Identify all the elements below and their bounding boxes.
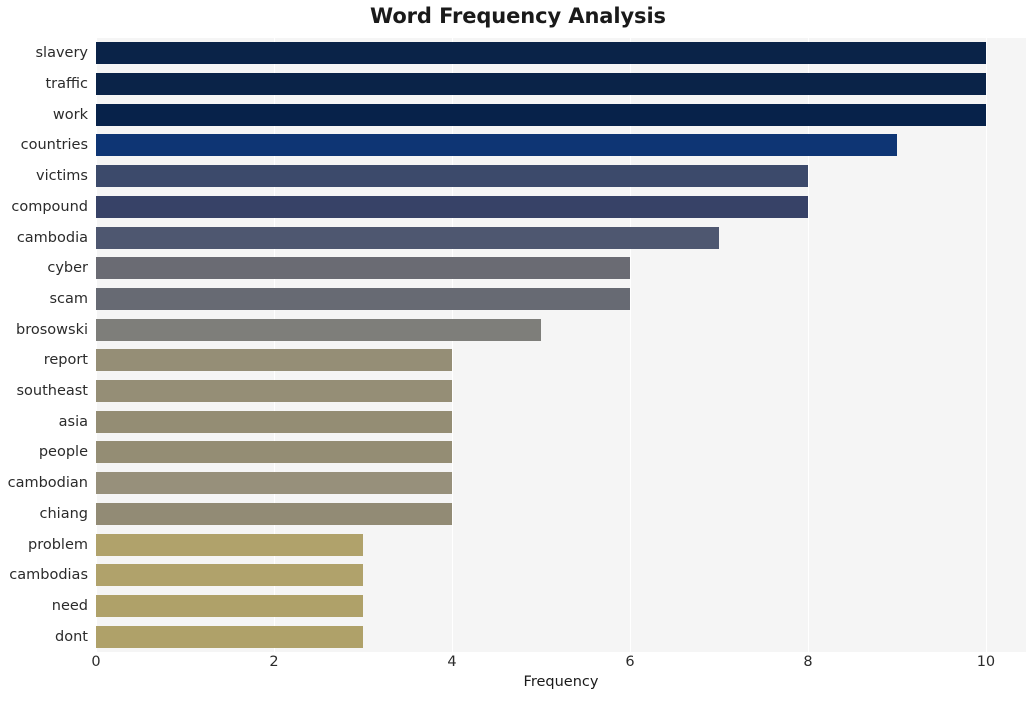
- bar-cambodias: [96, 564, 363, 587]
- bar-row: [96, 625, 1026, 648]
- bar-asia: [96, 410, 452, 433]
- y-axis: slavery traffic work countries victims compou…: [0, 38, 88, 652]
- y-tick-label-scam: scam: [49, 290, 88, 307]
- x-axis-title: Frequency: [523, 674, 599, 690]
- bar-dont: [96, 625, 363, 648]
- bar-row: [96, 42, 1026, 65]
- y-tick-label-work: work: [52, 106, 88, 123]
- y-tick-label-dont: dont: [55, 628, 88, 645]
- y-tick-label-victims: victims: [36, 168, 88, 185]
- y-tick-label-cambodia: cambodia: [16, 229, 88, 246]
- gridline: [273, 38, 275, 652]
- bar-row: [96, 472, 1026, 495]
- y-tick-label-countries: countries: [20, 137, 88, 154]
- bar-row: [96, 594, 1026, 617]
- y-tick-label-people: people: [38, 444, 88, 461]
- x-axis: 0 2 4 6 8 10: [0, 652, 1036, 676]
- x-tick-label-8: 8: [803, 654, 813, 670]
- bar-report: [96, 349, 452, 372]
- bar-row: [96, 318, 1026, 341]
- y-tick-label-cyber: cyber: [47, 260, 88, 277]
- bar-scam: [96, 287, 630, 310]
- x-tick-label-2: 2: [269, 654, 279, 670]
- bar-problem: [96, 533, 363, 556]
- bar-row: [96, 380, 1026, 403]
- gridline: [96, 38, 97, 652]
- y-tick-label-asia: asia: [58, 413, 88, 430]
- y-tick-label-cambodias: cambodias: [9, 567, 88, 584]
- bar-row: [96, 502, 1026, 525]
- bar-row: [96, 73, 1026, 96]
- bar-row: [96, 410, 1026, 433]
- y-tick-label-need: need: [51, 597, 88, 614]
- bar-cambodian: [96, 472, 452, 495]
- y-tick-label-report: report: [43, 352, 88, 369]
- bar-row: [96, 533, 1026, 556]
- bar-chiang: [96, 502, 452, 525]
- x-tick-label-10: 10: [976, 654, 996, 670]
- bar-row: [96, 195, 1026, 218]
- bar-countries: [96, 134, 897, 157]
- gridline: [807, 38, 809, 652]
- x-tick-label-0: 0: [91, 654, 101, 670]
- bar-row: [96, 134, 1026, 157]
- y-tick-label-traffic: traffic: [45, 76, 88, 93]
- bar-cyber: [96, 257, 630, 280]
- bar-traffic: [96, 73, 986, 96]
- gridline: [629, 38, 631, 652]
- plot-area: [96, 38, 1026, 652]
- bar-people: [96, 441, 452, 464]
- bar-row: [96, 165, 1026, 188]
- gridline: [985, 38, 987, 652]
- bar-cambodia: [96, 226, 719, 249]
- bar-compound: [96, 195, 808, 218]
- y-tick-label-problem: problem: [28, 536, 88, 553]
- chart-title: Word Frequency Analysis: [370, 4, 666, 28]
- bar-brosowski: [96, 318, 541, 341]
- y-tick-label-cambodian: cambodian: [7, 475, 88, 492]
- bar-need: [96, 594, 363, 617]
- y-tick-label-chiang: chiang: [39, 505, 88, 522]
- bar-row: [96, 257, 1026, 280]
- y-tick-label-slavery: slavery: [35, 45, 88, 62]
- x-tick-label-4: 4: [447, 654, 457, 670]
- bar-row: [96, 441, 1026, 464]
- bar-row: [96, 226, 1026, 249]
- bar-slavery: [96, 42, 986, 65]
- bar-row: [96, 349, 1026, 372]
- bar-row: [96, 103, 1026, 126]
- bar-work: [96, 103, 986, 126]
- y-tick-label-compound: compound: [11, 198, 88, 215]
- y-tick-label-brosowski: brosowski: [16, 321, 88, 338]
- word-frequency-chart: Word Frequency Analysis slavery traffic wo…: [0, 0, 1036, 701]
- bar-southeast: [96, 380, 452, 403]
- bar-row: [96, 287, 1026, 310]
- gridline: [451, 38, 453, 652]
- bar-row: [96, 564, 1026, 587]
- y-tick-label-southeast: southeast: [16, 383, 88, 400]
- x-tick-label-6: 6: [625, 654, 635, 670]
- bar-victims: [96, 165, 808, 188]
